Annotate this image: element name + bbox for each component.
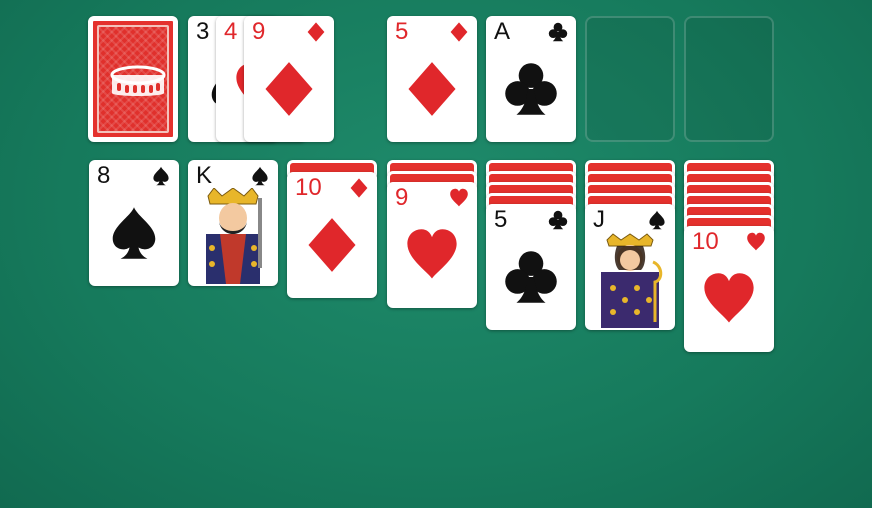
- card-rank: 9: [252, 18, 266, 45]
- diamonds-icon: [404, 56, 460, 122]
- card-rank: 4: [224, 18, 238, 45]
- card-rank: 3: [196, 18, 210, 45]
- spades-icon: [647, 210, 667, 230]
- spades-icon: [151, 166, 171, 186]
- colosseum-icon: [110, 65, 166, 96]
- card-rank: 5: [395, 18, 409, 45]
- tableau-4-top[interactable]: 9: [387, 182, 477, 308]
- foundation-4-empty[interactable]: [684, 16, 774, 142]
- diamonds-icon: [304, 212, 360, 278]
- card-rank: 8: [97, 162, 111, 189]
- tableau-6-top[interactable]: J: [585, 204, 675, 330]
- tableau-1-top[interactable]: 8: [89, 160, 179, 286]
- clubs-icon: [548, 210, 568, 230]
- card-rank: 10: [692, 228, 719, 255]
- clubs-icon: [548, 22, 568, 42]
- waste-top-card[interactable]: 9: [244, 16, 334, 142]
- diamonds-icon: [261, 56, 317, 122]
- foundation-1[interactable]: 5: [387, 16, 477, 142]
- diamonds-icon: [449, 22, 469, 42]
- hearts-icon: [449, 188, 469, 208]
- tableau-2-top[interactable]: K: [188, 160, 278, 286]
- card-rank: J: [593, 206, 605, 233]
- spades-icon: [250, 166, 270, 186]
- diamonds-icon: [349, 178, 369, 198]
- king-face-icon: [206, 188, 262, 284]
- hearts-icon: [746, 232, 766, 252]
- card-rank: K: [196, 162, 213, 189]
- foundation-3-empty[interactable]: [585, 16, 675, 142]
- tableau-7-top[interactable]: 10: [684, 226, 774, 352]
- card-rank: A: [494, 18, 511, 45]
- card-rank: 9: [395, 184, 409, 211]
- clubs-icon: [503, 56, 559, 122]
- stock-pile[interactable]: [88, 16, 178, 142]
- clubs-icon: [503, 244, 559, 310]
- jack-face-icon: [601, 233, 663, 328]
- card-rank: 5: [494, 206, 508, 233]
- diamonds-icon: [306, 22, 326, 42]
- spades-icon: [106, 200, 162, 266]
- hearts-icon: [701, 266, 757, 332]
- card-rank: 10: [295, 174, 322, 201]
- tableau-5-top[interactable]: 5: [486, 204, 576, 330]
- tableau-3-top[interactable]: 10: [287, 172, 377, 298]
- foundation-2[interactable]: A: [486, 16, 576, 142]
- hearts-icon: [404, 222, 460, 288]
